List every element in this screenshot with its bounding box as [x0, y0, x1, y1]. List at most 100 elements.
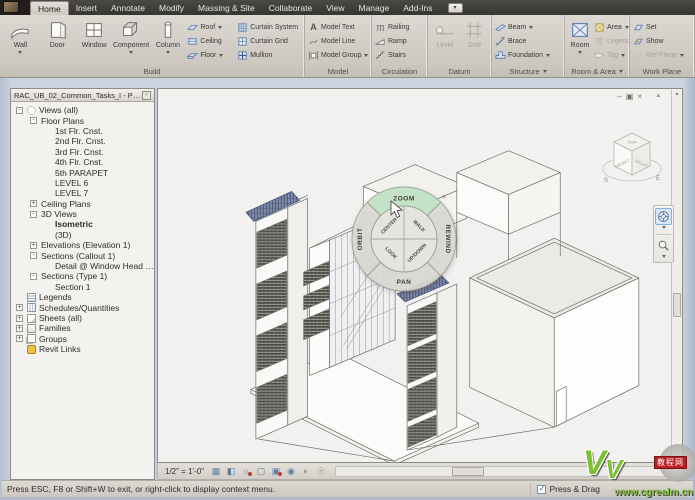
tree-item-view[interactable]: 4th Flr. Cnst.	[11, 157, 154, 167]
curtain-grid-button[interactable]: Curtain Grid	[237, 34, 301, 48]
steering-wheel-button[interactable]	[655, 208, 672, 225]
tab-add-ins[interactable]: Add-Ins	[396, 1, 439, 15]
expander-icon[interactable]: -	[30, 252, 37, 259]
project-browser-titlebar[interactable]: RAC_UB_02_Common_Tasks_I - Project... ▫	[11, 89, 154, 102]
ceiling-button[interactable]: Ceiling	[187, 34, 235, 48]
curtain-system-button[interactable]: Curtain System	[237, 20, 301, 34]
drawing-area[interactable]: ZOOM REWIND PAN ORBIT CENTER WALK UP/DOW…	[157, 88, 683, 463]
tree-item-sheets[interactable]: +Sheets (all)	[11, 313, 154, 323]
legend-button[interactable]: Legend	[594, 34, 626, 48]
door-button[interactable]: Door	[39, 17, 76, 66]
expander-icon[interactable]: -	[30, 211, 37, 218]
application-button[interactable]	[0, 0, 30, 15]
horizontal-scrollbar[interactable]	[335, 466, 678, 477]
tree-item-ceiling-plans[interactable]: +Ceiling Plans	[11, 199, 154, 209]
area-dropdown-icon[interactable]	[625, 26, 629, 31]
detail-level-icon[interactable]: ▦	[210, 465, 222, 477]
tab-massing-site[interactable]: Massing & Site	[191, 1, 262, 15]
beam-dropdown-icon[interactable]	[529, 26, 533, 31]
tree-item-legends[interactable]: Legends	[11, 292, 154, 302]
structure-panel-dropdown-icon[interactable]	[543, 70, 547, 75]
floor-dropdown-icon[interactable]	[219, 54, 223, 59]
railing-button[interactable]: Railing	[375, 20, 424, 34]
expander-icon[interactable]: -	[16, 107, 23, 114]
sun-path-icon[interactable]: ☉	[315, 465, 327, 477]
show-button[interactable]: Show	[633, 34, 691, 48]
area-button[interactable]: Area	[594, 20, 626, 34]
tree-item-views-all[interactable]: -Views (all)	[11, 105, 154, 115]
zoom-options-dropdown-icon[interactable]	[662, 255, 666, 260]
viewcube[interactable]: TOP FRONT RIGHT S E	[594, 119, 674, 199]
tree-item-detail[interactable]: Detail @ Window Head / Sill	[11, 261, 154, 271]
model-text-button[interactable]: AModel Text	[308, 20, 368, 34]
press-drag-checkbox[interactable]: ✓	[537, 485, 546, 494]
tag-dropdown-icon[interactable]	[621, 54, 625, 59]
component-button[interactable]: Component	[113, 17, 150, 66]
browser-dock-icon[interactable]: ▫	[142, 91, 151, 100]
expander-icon[interactable]: +	[30, 242, 37, 249]
wheel-options-dropdown-icon[interactable]	[662, 226, 666, 231]
component-dropdown-icon[interactable]	[129, 51, 133, 56]
column-button[interactable]: Column	[150, 17, 187, 66]
floor-button[interactable]: Floor	[187, 48, 235, 62]
tree-item-sections-callout[interactable]: -Sections (Callout 1)	[11, 250, 154, 260]
ribbon-cycle-icon[interactable]: ▾	[448, 3, 463, 13]
brace-button[interactable]: Brace	[495, 34, 561, 48]
crop-view-icon[interactable]: ▢	[255, 465, 267, 477]
foundation-button[interactable]: Foundation	[495, 48, 561, 62]
tree-item-view[interactable]: 5th PARAPET	[11, 167, 154, 177]
tree-item-section-1[interactable]: Section 1	[11, 282, 154, 292]
reveal-hidden-icon[interactable]: ◐	[300, 465, 312, 477]
tree-item-view[interactable]: 2nd Flr. Cnst.	[11, 136, 154, 146]
model-group-dropdown-icon[interactable]	[364, 54, 368, 59]
roof-button[interactable]: Roof	[187, 20, 235, 34]
stairs-button[interactable]: Stairs	[375, 48, 424, 62]
tree-item-sections-type[interactable]: -Sections (Type 1)	[11, 271, 154, 281]
expander-icon[interactable]: -	[30, 273, 37, 280]
hide-isolate-icon[interactable]: ◉	[285, 465, 297, 477]
graphics-style-icon[interactable]: ◧	[225, 465, 237, 477]
tab-annotate[interactable]: Annotate	[104, 1, 152, 15]
tree-item-families[interactable]: +Families	[11, 323, 154, 333]
tree-item-floor-plans[interactable]: -Floor Plans	[11, 115, 154, 125]
crop-region-icon[interactable]: ▣	[270, 465, 282, 477]
tab-modify[interactable]: Modify	[152, 1, 191, 15]
column-dropdown-icon[interactable]	[166, 51, 170, 56]
wall-dropdown-icon[interactable]	[18, 51, 22, 56]
room-button[interactable]: Room	[567, 17, 593, 66]
tab-home[interactable]: Home	[30, 1, 69, 15]
tree-item-revit-links[interactable]: Revit Links	[11, 344, 154, 354]
set-button[interactable]: Set	[633, 20, 691, 34]
scroll-up-icon[interactable]: ▴	[656, 91, 660, 99]
expander-icon[interactable]: +	[16, 304, 23, 311]
foundation-dropdown-icon[interactable]	[546, 54, 550, 59]
tree-item-schedules[interactable]: +Schedules/Quantities	[11, 302, 154, 312]
scroll-up-arrow-icon[interactable]: ▴	[672, 89, 682, 99]
tree-item-3d[interactable]: (3D)	[11, 230, 154, 240]
expander-icon[interactable]: -	[30, 117, 37, 124]
wheel-close-icon[interactable]: ×	[442, 194, 446, 201]
beam-button[interactable]: Beam	[495, 20, 561, 34]
tree-item-view[interactable]: 1st Flr. Cnst.	[11, 126, 154, 136]
vertical-scrollbar-thumb[interactable]	[673, 293, 681, 317]
mullion-button[interactable]: Mullion	[237, 48, 301, 62]
wall-button[interactable]: Wall	[2, 17, 39, 66]
tab-insert[interactable]: Insert	[69, 1, 104, 15]
close-icon[interactable]: ×	[637, 92, 642, 101]
ref-plane-button[interactable]: Ref Plane	[633, 48, 691, 62]
window-button[interactable]: Window	[76, 17, 113, 66]
tree-item-view[interactable]: LEVEL 6	[11, 178, 154, 188]
steering-wheel[interactable]: ZOOM REWIND PAN ORBIT CENTER WALK UP/DOW…	[349, 184, 459, 294]
level-button[interactable]: Level	[430, 17, 460, 66]
scroll-down-arrow-icon[interactable]: ▾	[672, 452, 682, 462]
model-line-button[interactable]: Model Line	[308, 34, 368, 48]
tree-item-view[interactable]: 3rd Flr. Cnst.	[11, 147, 154, 157]
tab-manage[interactable]: Manage	[352, 1, 397, 15]
tab-view[interactable]: View	[319, 1, 351, 15]
ref-plane-dropdown-icon[interactable]	[680, 54, 684, 59]
horizontal-scrollbar-thumb[interactable]	[452, 467, 484, 476]
grid-button[interactable]: Grid	[460, 17, 490, 66]
zoom-tool-button[interactable]	[655, 237, 672, 254]
tab-collaborate[interactable]: Collaborate	[262, 1, 319, 15]
expander-icon[interactable]: +	[16, 315, 23, 322]
